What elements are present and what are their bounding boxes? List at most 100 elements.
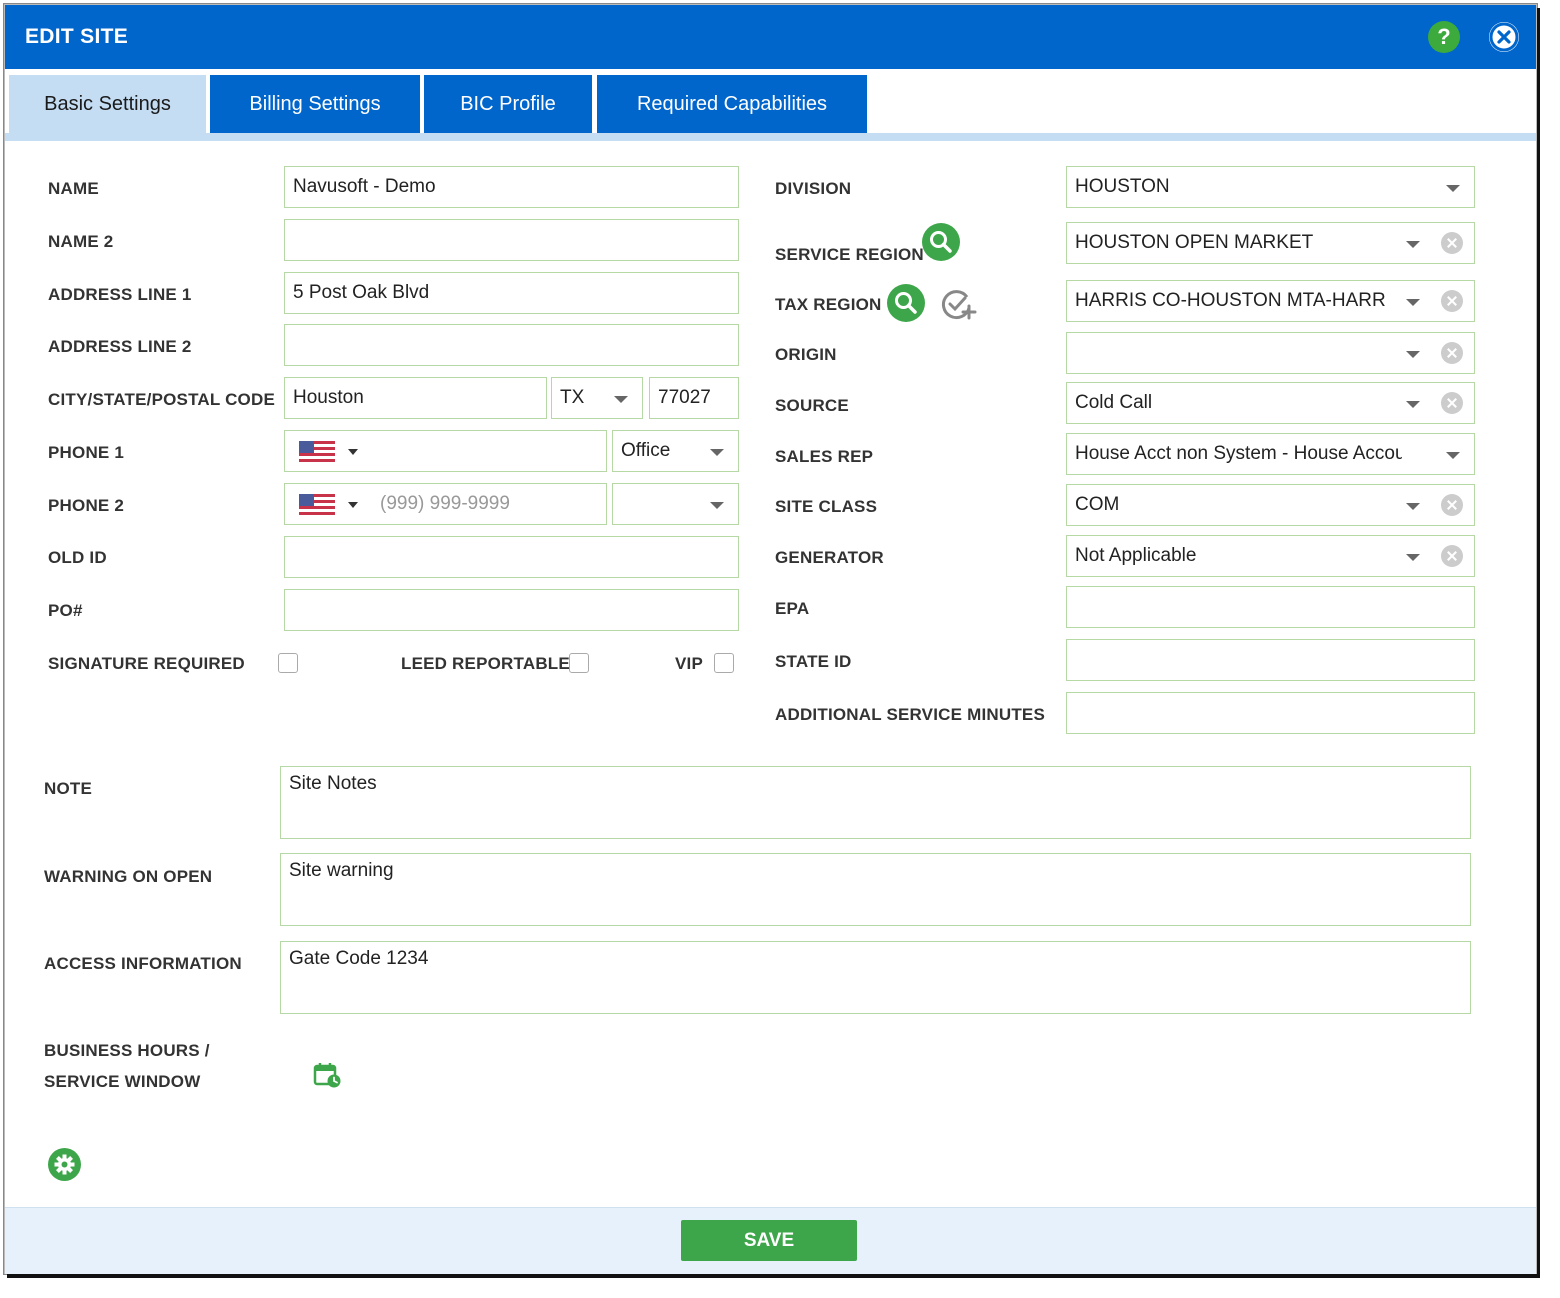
warning-on-open-label: WARNING ON OPEN <box>44 867 213 886</box>
division-label: DIVISION <box>775 179 852 198</box>
tab-basic-settings[interactable]: Basic Settings <box>9 75 206 133</box>
us-flag-icon[interactable] <box>299 494 335 516</box>
tab-bic-profile[interactable]: BIC Profile <box>424 75 592 133</box>
leed-reportable-checkbox[interactable] <box>569 653 589 673</box>
generator-select[interactable]: Not Applicable <box>1066 535 1475 577</box>
chevron-down-icon <box>1406 401 1420 408</box>
warning-on-open-textarea[interactable]: Site warning <box>280 853 1471 926</box>
sales-rep-value: House Acct non System - House Accou <box>1075 443 1406 464</box>
title-bar: EDIT SITE ? <box>5 5 1536 69</box>
clear-icon[interactable] <box>1441 545 1463 567</box>
epa-label: EPA <box>775 599 810 618</box>
country-dropdown-icon[interactable] <box>348 449 358 455</box>
sales-rep-label: SALES REP <box>775 447 874 466</box>
help-icon[interactable]: ? <box>1428 21 1460 53</box>
note-textarea[interactable]: Site Notes <box>280 766 1471 839</box>
additional-service-minutes-label: ADDITIONAL SERVICE MINUTES <box>775 705 1045 724</box>
clear-icon[interactable] <box>1441 392 1463 414</box>
po-field[interactable] <box>284 589 739 631</box>
tax-region-select[interactable]: HARRIS CO-HOUSTON MTA-HARR <box>1066 280 1475 322</box>
clear-icon[interactable] <box>1441 290 1463 312</box>
source-label: SOURCE <box>775 396 849 415</box>
name2-label: NAME 2 <box>48 232 114 251</box>
address-line2-label: ADDRESS LINE 2 <box>48 337 192 356</box>
tab-required-capabilities[interactable]: Required Capabilities <box>597 75 867 133</box>
name2-field[interactable] <box>284 219 739 261</box>
tax-region-value: HARRIS CO-HOUSTON MTA-HARR <box>1075 290 1386 311</box>
address-line2-field[interactable] <box>284 324 739 366</box>
chevron-down-icon <box>1406 299 1420 306</box>
origin-label: ORIGIN <box>775 345 837 364</box>
chevron-down-icon <box>1406 351 1420 358</box>
sales-rep-select[interactable]: House Acct non System - House Accou <box>1066 433 1475 475</box>
clear-icon[interactable] <box>1441 494 1463 516</box>
name-field[interactable]: Navusoft - Demo <box>284 166 739 208</box>
vip-label: VIP <box>675 654 704 673</box>
phone2-field[interactable]: (999) 999-9999 <box>284 483 607 525</box>
city-field[interactable]: Houston <box>284 377 547 419</box>
generator-value: Not Applicable <box>1075 545 1197 566</box>
state-id-field[interactable] <box>1066 639 1475 681</box>
edit-site-dialog: EDIT SITE ? Basic Settings Billing Setti… <box>4 4 1537 1274</box>
service-region-select[interactable]: HOUSTON OPEN MARKET <box>1066 222 1475 264</box>
access-information-label: ACCESS INFORMATION <box>44 954 242 973</box>
phone1-field[interactable] <box>284 430 607 472</box>
chevron-down-icon <box>1406 241 1420 248</box>
clear-icon[interactable] <box>1441 232 1463 254</box>
search-icon[interactable] <box>887 284 925 322</box>
chevron-down-icon <box>710 449 724 456</box>
service-region-value: HOUSTON OPEN MARKET <box>1075 232 1314 253</box>
state-value: TX <box>560 387 585 408</box>
phone1-label: PHONE 1 <box>48 443 125 462</box>
epa-field[interactable] <box>1066 586 1475 628</box>
origin-select[interactable] <box>1066 332 1475 374</box>
country-dropdown-icon[interactable] <box>348 502 358 508</box>
add-check-icon[interactable] <box>941 288 977 322</box>
state-select[interactable]: TX <box>551 377 643 419</box>
close-icon[interactable] <box>1489 22 1519 52</box>
address-line1-field[interactable]: 5 Post Oak Blvd <box>284 272 739 314</box>
additional-service-minutes-field[interactable] <box>1066 692 1475 734</box>
postal-code-field[interactable]: 77027 <box>649 377 739 419</box>
signature-required-label: SIGNATURE REQUIRED <box>48 654 245 673</box>
source-select[interactable]: Cold Call <box>1066 382 1475 424</box>
tab-billing-settings[interactable]: Billing Settings <box>210 75 420 133</box>
tax-region-label: TAX REGION <box>775 295 882 314</box>
business-hours-label: BUSINESS HOURS / <box>44 1041 210 1060</box>
access-information-textarea[interactable]: Gate Code 1234 <box>280 941 1471 1014</box>
po-label: PO# <box>48 601 83 620</box>
gear-icon[interactable] <box>48 1148 81 1181</box>
state-id-label: STATE ID <box>775 652 852 671</box>
old-id-field[interactable] <box>284 536 739 578</box>
phone2-placeholder: (999) 999-9999 <box>380 493 510 514</box>
clear-icon[interactable] <box>1441 342 1463 364</box>
chevron-down-icon <box>1446 452 1460 459</box>
save-button[interactable]: SAVE <box>681 1220 857 1261</box>
phone1-type-select[interactable]: Office <box>612 430 739 472</box>
service-window-label: SERVICE WINDOW <box>44 1072 201 1091</box>
chevron-down-icon <box>1406 503 1420 510</box>
site-class-select[interactable]: COM <box>1066 484 1475 526</box>
vip-checkbox[interactable] <box>714 653 734 673</box>
service-region-label: SERVICE REGION <box>775 245 924 264</box>
chevron-down-icon <box>1446 185 1460 192</box>
division-value: HOUSTON <box>1075 176 1170 197</box>
chevron-down-icon <box>1406 554 1420 561</box>
dialog-title: EDIT SITE <box>25 25 129 48</box>
phone2-type-select[interactable] <box>612 483 739 525</box>
us-flag-icon[interactable] <box>299 441 335 463</box>
dialog-footer: SAVE <box>5 1207 1536 1274</box>
signature-required-checkbox[interactable] <box>278 653 298 673</box>
chevron-down-icon <box>614 396 628 403</box>
search-icon[interactable] <box>922 223 960 261</box>
phone1-type-value: Office <box>621 440 671 461</box>
leed-reportable-label: LEED REPORTABLE <box>401 654 570 673</box>
calendar-clock-icon[interactable] <box>313 1061 341 1089</box>
division-select[interactable]: HOUSTON <box>1066 166 1475 208</box>
city-state-postal-label: CITY/STATE/POSTAL CODE <box>48 390 275 409</box>
note-label: NOTE <box>44 779 93 798</box>
generator-label: GENERATOR <box>775 548 884 567</box>
old-id-label: OLD ID <box>48 548 107 567</box>
chevron-down-icon <box>710 502 724 509</box>
address-line1-label: ADDRESS LINE 1 <box>48 285 192 304</box>
